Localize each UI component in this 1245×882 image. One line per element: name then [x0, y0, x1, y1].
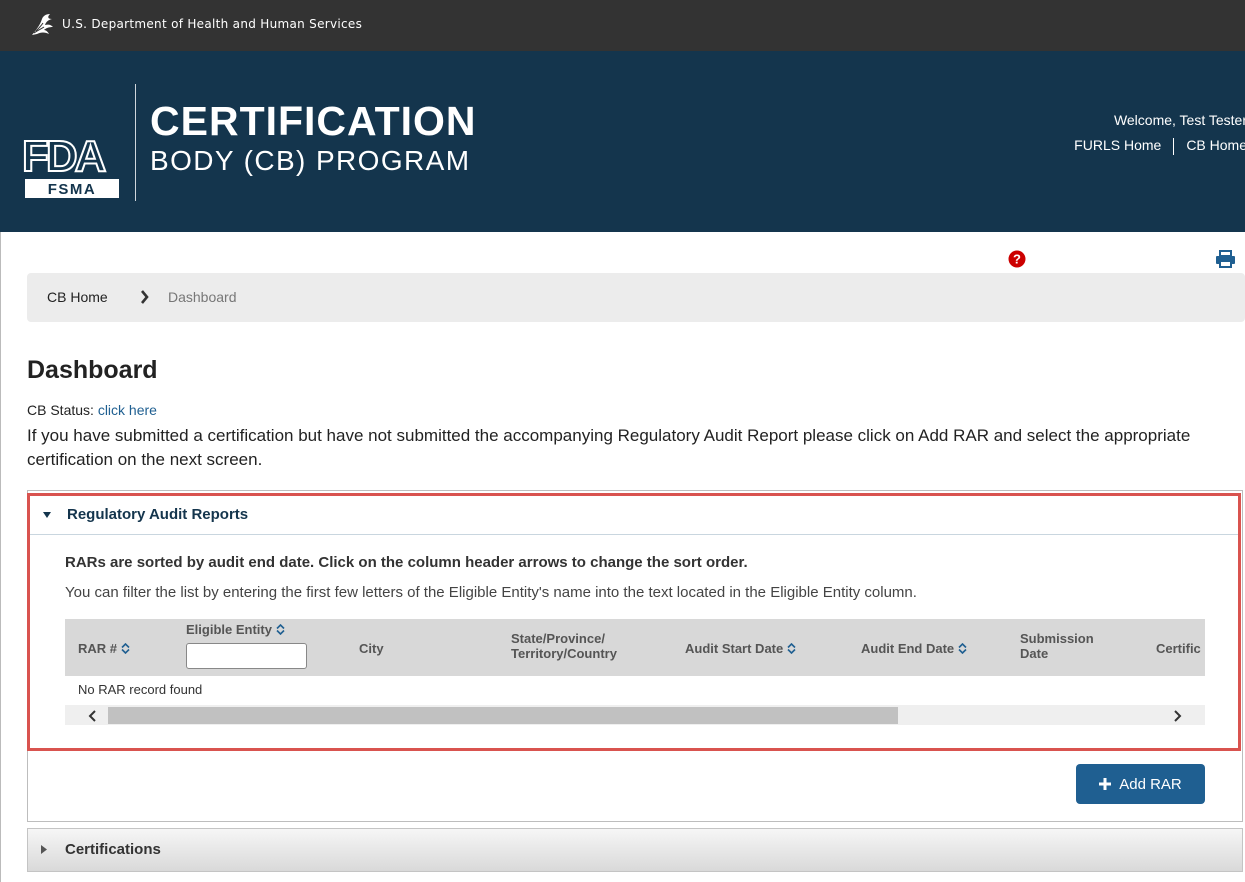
table-header: RAR # Eligible Entity City State/Provinc… [65, 619, 1205, 676]
rar-table: RAR # Eligible Entity City State/Provinc… [65, 619, 1205, 727]
intro-text: If you have submitted a certification bu… [27, 426, 1191, 469]
breadcrumb-current: Dashboard [168, 289, 237, 305]
sort-instructions: RARs are sorted by audit end date. Click… [65, 554, 748, 571]
col-eligible-entity-label: Eligible Entity [186, 622, 272, 637]
col-audit-end-label: Audit End Date [861, 641, 955, 656]
breadcrumb: CB Home Dashboard [27, 273, 1245, 322]
scroll-left-arrow-icon[interactable] [87, 710, 97, 722]
plus-icon [1099, 777, 1112, 790]
filter-instructions: You can filter the list by entering the … [65, 584, 917, 601]
col-submission-date: Submission Date [1020, 631, 1094, 661]
breadcrumb-cb-home[interactable]: CB Home [47, 289, 108, 305]
certifications-panel-header[interactable]: Certifications [27, 828, 1243, 872]
print-icon[interactable] [1215, 250, 1236, 268]
horizontal-scrollbar[interactable] [65, 705, 1205, 725]
col-certificate: Certific [1156, 641, 1201, 656]
cb-home-link[interactable]: CB Home [1186, 137, 1245, 153]
svg-text:FDA: FDA [22, 132, 106, 181]
col-rar-number[interactable]: RAR # [78, 641, 130, 656]
rar-panel-title: Regulatory Audit Reports [67, 506, 249, 523]
svg-text:FSMA: FSMA [48, 181, 97, 198]
program-title: CERTIFICATION [150, 98, 477, 144]
header-links: FURLS Home CB Home [1074, 137, 1245, 155]
hhs-eagle-icon [32, 14, 53, 35]
col-audit-start-label: Audit Start Date [685, 641, 784, 656]
caret-down-icon [43, 512, 51, 518]
col-state-line2: Territory/Country [511, 646, 617, 661]
empty-table-message: No RAR record found [78, 682, 203, 697]
cb-status: CB Status: click here [27, 402, 157, 418]
add-rar-label: Add RAR [1119, 775, 1182, 793]
cb-status-link[interactable]: click here [98, 402, 157, 418]
col-city: City [359, 641, 384, 656]
col-state-province: State/Province/ Territory/Country [511, 631, 617, 661]
add-rar-button[interactable]: Add RAR [1076, 764, 1205, 804]
col-eligible-entity[interactable]: Eligible Entity [186, 622, 285, 637]
welcome-message: Welcome, Test Tester [1113, 112, 1245, 128]
sort-icon [121, 643, 130, 654]
page-title: Dashboard [27, 356, 158, 384]
program-subtitle: BODY (CB) PROGRAM [150, 145, 471, 176]
sort-icon [276, 624, 285, 635]
sort-icon [958, 643, 967, 654]
col-audit-end-date[interactable]: Audit End Date [861, 641, 967, 656]
agency-bar: U.S. Department of Health and Human Serv… [0, 0, 1245, 51]
furls-home-link[interactable]: FURLS Home [1074, 137, 1161, 153]
department-name: U.S. Department of Health and Human Serv… [62, 17, 363, 31]
col-audit-start-date[interactable]: Audit Start Date [685, 641, 796, 656]
col-submission-line2: Date [1020, 646, 1049, 661]
eligible-entity-filter-input[interactable] [186, 643, 307, 669]
fda-fsma-logo: FDA FSMA [22, 131, 119, 198]
col-state-line1: State/Province/ [511, 631, 605, 646]
chevron-right-icon [141, 290, 149, 304]
col-rar-number-label: RAR # [78, 641, 118, 656]
scroll-right-arrow-icon[interactable] [1173, 710, 1183, 722]
col-submission-line1: Submission [1020, 631, 1094, 646]
caret-right-icon [41, 845, 47, 854]
sort-icon [787, 643, 796, 654]
certifications-title: Certifications [65, 841, 161, 858]
help-icon[interactable]: ? [1008, 250, 1026, 268]
svg-text:?: ? [1013, 252, 1021, 267]
link-divider [1173, 137, 1175, 155]
rar-panel-header[interactable]: Regulatory Audit Reports [30, 497, 1238, 535]
scrollbar-thumb[interactable] [108, 707, 898, 724]
cb-status-label: CB Status: [27, 402, 94, 418]
logo-divider [135, 84, 136, 201]
program-banner: FDA FSMA CERTIFICATION BODY (CB) PROGRAM… [0, 51, 1245, 232]
